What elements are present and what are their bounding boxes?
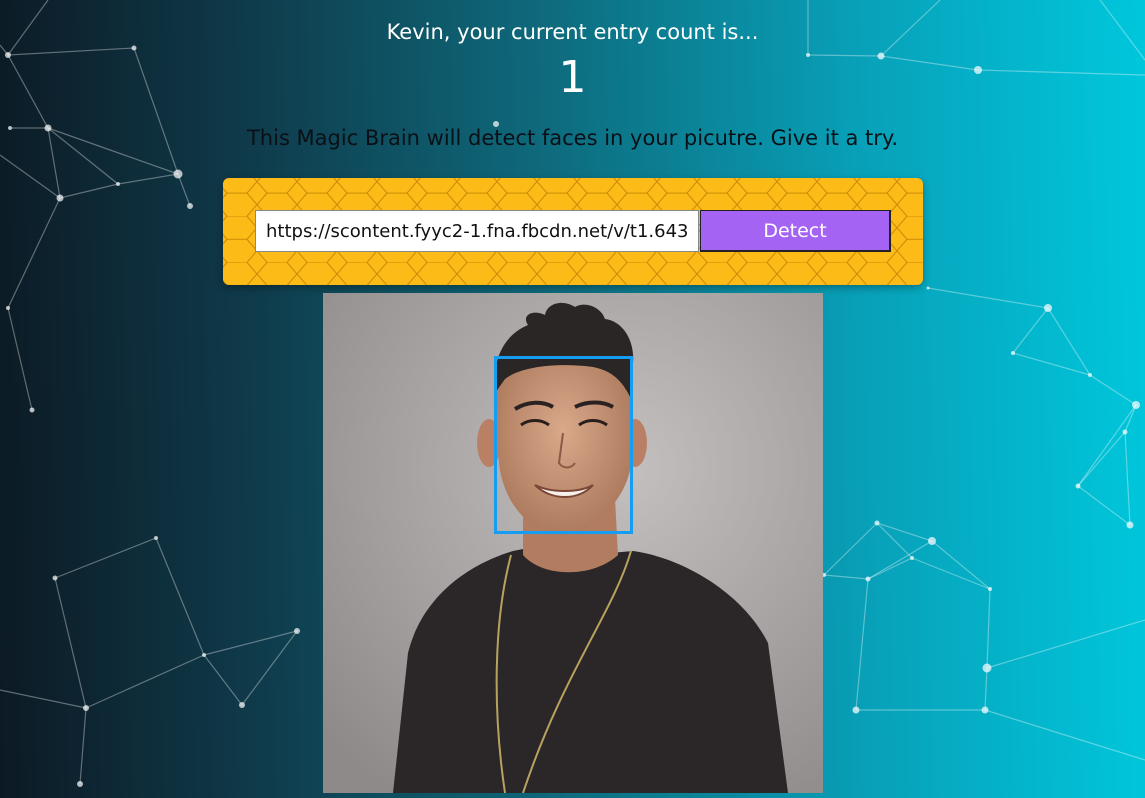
detected-face-bounding-box [494,356,633,534]
entry-count-value: 1 [558,52,587,103]
detect-button[interactable]: Detect [700,210,891,252]
image-url-form: Detect [223,178,923,285]
entry-count-greeting: Kevin, your current entry count is... [386,20,759,44]
image-url-input[interactable] [255,210,699,252]
intro-text: This Magic Brain will detect faces in yo… [246,126,899,150]
